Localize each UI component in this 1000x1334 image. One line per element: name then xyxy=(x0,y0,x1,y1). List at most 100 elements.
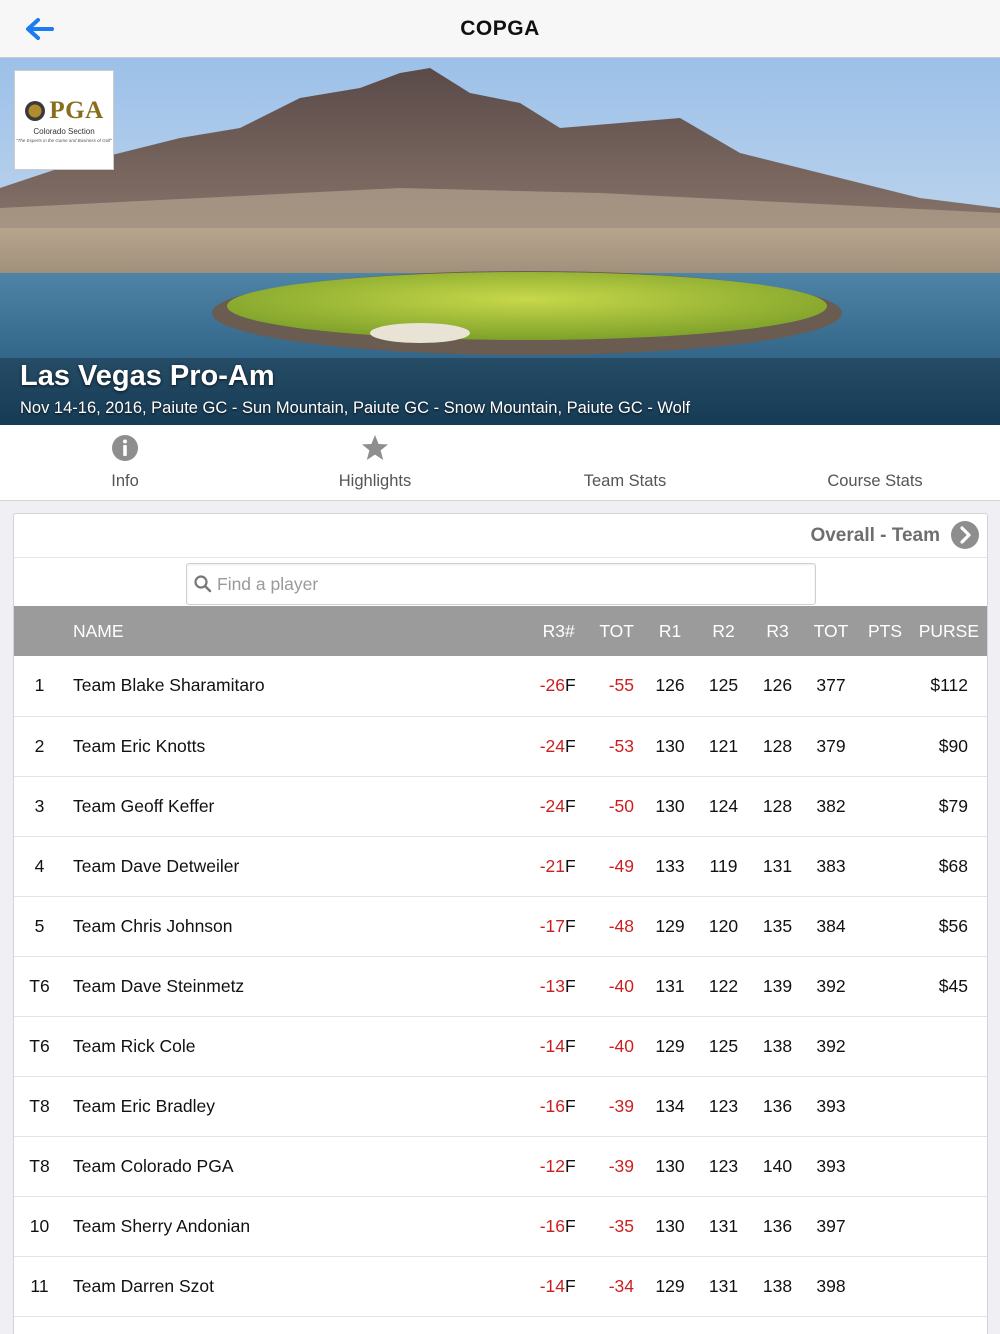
table-row[interactable]: 1 Team Blake Sharamitaro -26 F -55 126 125 126 3… xyxy=(14,656,987,716)
tab-highlights-label: Highlights xyxy=(338,472,412,490)
row-team-name: Team Eric Bradley xyxy=(73,1095,215,1116)
tab-team-stats-label: Team Stats xyxy=(583,472,667,490)
page-title: COPGA xyxy=(460,16,540,40)
row-points xyxy=(859,656,911,716)
row-position: 4 xyxy=(34,855,45,876)
table-row[interactable]: 11 Team Darren Szot -14 F -34 129 131 138 398 xyxy=(14,1256,987,1316)
row-total: 377 xyxy=(816,675,846,696)
row-thru: F xyxy=(565,1155,576,1176)
table-row[interactable]: T6 Team Dave Steinmetz -13 F -40 131 122 139 392… xyxy=(14,956,987,1016)
row-purse xyxy=(911,1136,987,1196)
row-r1: 134 xyxy=(655,1095,685,1116)
col-pts[interactable]: PTS xyxy=(859,606,911,656)
row-total: 397 xyxy=(816,1215,846,1236)
row-total-to-par: -55 xyxy=(608,675,634,696)
table-row[interactable]: T6 Team Rick Cole -14 F -40 129 125 138 392 xyxy=(14,1016,987,1076)
col-r1[interactable]: R1 xyxy=(645,606,695,656)
row-points xyxy=(859,836,911,896)
row-r3-to-par: -13 xyxy=(539,975,565,996)
row-r3-to-par: -24 xyxy=(539,795,565,816)
row-total: 392 xyxy=(816,1035,846,1056)
col-purse[interactable]: PURSE xyxy=(911,606,987,656)
row-r3-score: 135 xyxy=(762,915,793,936)
row-purse xyxy=(911,1076,987,1136)
row-r1: 126 xyxy=(655,675,685,696)
row-total: 384 xyxy=(816,915,846,936)
col-name[interactable]: NAME xyxy=(65,606,492,656)
logo-tagline: "The Experts in the Game and Business of… xyxy=(16,138,112,143)
row-thru: F xyxy=(565,675,576,696)
search-input[interactable] xyxy=(217,564,807,604)
tab-highlights[interactable]: Highlights xyxy=(250,425,500,500)
row-position: 10 xyxy=(29,1215,50,1236)
row-r3-score: 136 xyxy=(762,1215,793,1236)
row-r3-to-par: -24 xyxy=(539,735,565,756)
table-row[interactable]: 3 Team Geoff Keffer -24 F -50 130 124 128 382 $79 xyxy=(14,776,987,836)
row-total-to-par: -34 xyxy=(608,1275,634,1296)
row-total-to-par: -39 xyxy=(608,1095,634,1116)
row-total-to-par: -50 xyxy=(608,795,634,816)
row-total: 392 xyxy=(816,975,846,996)
table-row[interactable]: 4 Team Dave Detweiler -21 F -49 133 119 131 383 $… xyxy=(14,836,987,896)
table-row[interactable]: T8 Team Eric Bradley -16 F -39 134 123 136 393 xyxy=(14,1076,987,1136)
table-row[interactable]: 10 Team Sherry Andonian -16 F -35 130 131 136 39… xyxy=(14,1196,987,1256)
table-header: NAME R3 # TOT R1 R2 R3 TOT PTS PURSE xyxy=(14,606,987,656)
row-purse xyxy=(911,1016,987,1076)
tab-team-stats[interactable]: Team Stats xyxy=(500,425,750,500)
row-total: 393 xyxy=(816,1155,846,1176)
row-total-to-par: -49 xyxy=(608,855,634,876)
row-r2: 123 xyxy=(708,1095,739,1116)
row-thru: F xyxy=(565,735,576,756)
leaderboard-mode-label[interactable]: Overall - Team xyxy=(810,525,940,547)
row-team-name: Team Darren Szot xyxy=(73,1275,215,1296)
star-icon xyxy=(362,435,388,460)
row-position: T6 xyxy=(29,1035,50,1056)
row-team-name: Team Dave Steinmetz xyxy=(73,975,245,996)
row-points xyxy=(859,1196,911,1256)
row-points xyxy=(859,1016,911,1076)
table-row[interactable]: 5 Team Chris Johnson -17 F -48 129 120 135 384 $5… xyxy=(14,896,987,956)
col-tot[interactable]: TOT xyxy=(803,606,859,656)
table-row[interactable]: 2 Team Eric Knotts -24 F -53 130 121 128 379 $90 xyxy=(14,716,987,776)
col-r2[interactable]: R2 xyxy=(695,606,752,656)
row-position: T8 xyxy=(29,1155,50,1176)
row-purse: $90 xyxy=(938,735,968,756)
left-arrow-icon[interactable] xyxy=(22,12,56,46)
row-r1: 130 xyxy=(655,1155,685,1176)
col-r3[interactable]: R3 xyxy=(752,606,803,656)
event-hero: PGA Colorado Section "The Experts in the… xyxy=(0,58,1000,425)
row-r1: 131 xyxy=(655,975,685,996)
row-r3-to-par: -16 xyxy=(539,1215,565,1236)
row-thru: F xyxy=(565,1215,576,1236)
row-r2: 124 xyxy=(708,795,739,816)
row-position: 1 xyxy=(34,675,45,696)
row-team-name: Team Sherry Andonian xyxy=(73,1215,251,1236)
row-points xyxy=(859,1136,911,1196)
row-team-name: Team Geoff Keffer xyxy=(73,795,215,816)
row-total-to-par: -40 xyxy=(608,1035,634,1056)
row-total-to-par: -48 xyxy=(608,915,634,936)
table-row[interactable]: T8 Team Colorado PGA -12 F -39 130 123 140 393 xyxy=(14,1136,987,1196)
chevron-right-icon[interactable] xyxy=(950,520,980,550)
row-position: T6 xyxy=(29,975,50,996)
row-r3-to-par: -21 xyxy=(539,855,565,876)
row-thru: F xyxy=(565,1035,576,1056)
row-r3-to-par: -17 xyxy=(539,915,565,936)
row-total-to-par: -53 xyxy=(608,735,634,756)
row-total-to-par: -39 xyxy=(608,1155,634,1176)
search-row xyxy=(14,558,987,606)
event-subtitle: Nov 14-16, 2016, Paiute GC - Sun Mountai… xyxy=(20,399,691,417)
row-r1: 129 xyxy=(655,1035,685,1056)
tab-course-stats[interactable]: Course Stats xyxy=(750,425,1000,500)
row-purse xyxy=(911,1196,987,1256)
row-r2: 122 xyxy=(708,975,739,996)
logo-subtitle: Colorado Section xyxy=(33,127,95,136)
row-thru: F xyxy=(565,795,576,816)
col-r3-par[interactable]: R3 xyxy=(492,606,565,656)
row-total: 379 xyxy=(816,735,846,756)
row-r2: 123 xyxy=(708,1155,739,1176)
tab-info[interactable]: Info xyxy=(0,425,250,500)
logo-mark: PGA xyxy=(49,97,104,124)
row-position: 3 xyxy=(34,795,45,816)
col-tot-par[interactable]: TOT xyxy=(573,606,645,656)
